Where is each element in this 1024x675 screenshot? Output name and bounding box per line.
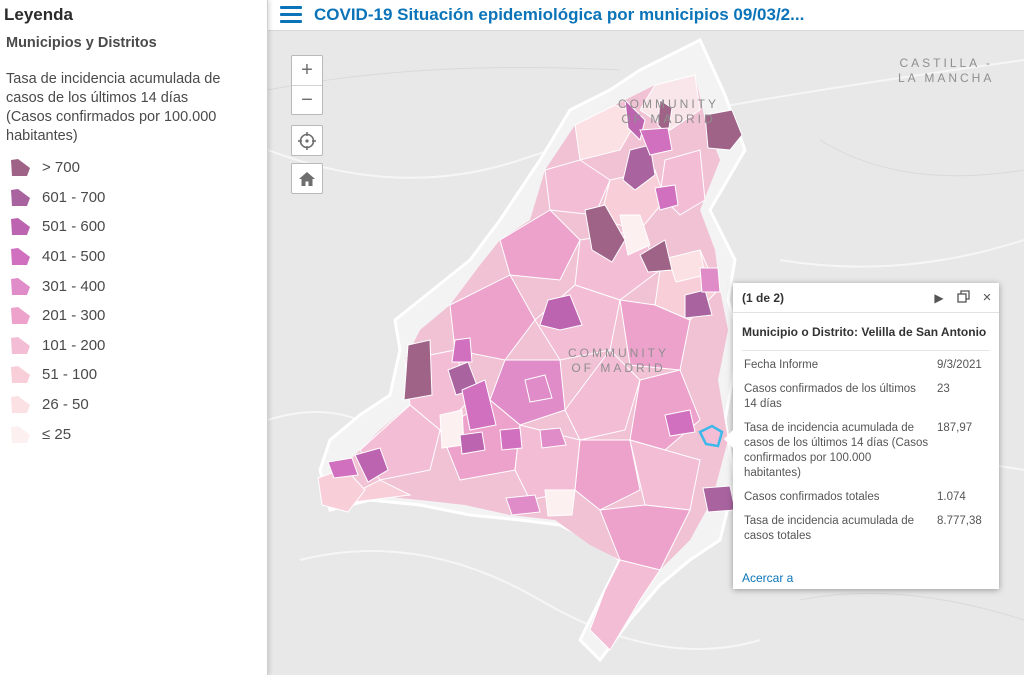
legend-class-label: ≤ 25 bbox=[42, 425, 72, 443]
legend-swatch bbox=[11, 366, 30, 384]
attribute-value: 8.777,38 bbox=[937, 515, 982, 527]
attribute-name: Casos confirmados totales bbox=[744, 491, 880, 503]
home-control bbox=[291, 163, 323, 194]
feature-popup: (1 de 2) ▶ × Municipio o Distrito: Velil… bbox=[724, 283, 999, 589]
legend-class-list: > 700 601 - 700 501 - 600 401 - 500 301 - 40… bbox=[10, 153, 105, 449]
legend-swatch bbox=[11, 159, 30, 177]
attribute-value: 23 bbox=[937, 383, 950, 395]
legend-class-item: 26 - 50 bbox=[10, 390, 105, 420]
menu-icon[interactable] bbox=[280, 6, 302, 24]
close-icon[interactable]: × bbox=[975, 289, 999, 306]
legend-class-item: ≤ 25 bbox=[10, 419, 105, 449]
legend-class-item: 51 - 100 bbox=[10, 360, 105, 390]
popup-header: (1 de 2) ▶ × bbox=[733, 283, 999, 313]
attribute-name: Tasa de incidencia acumulada de casos to… bbox=[744, 515, 915, 542]
attribute-name: Tasa de incidencia acumulada de casos de… bbox=[744, 422, 929, 479]
home-button[interactable] bbox=[292, 164, 322, 193]
popup-attribute-row: Casos confirmados totales 1.074 bbox=[742, 488, 990, 512]
locate-button[interactable] bbox=[292, 126, 322, 155]
popup-feature-counter: (1 de 2) bbox=[742, 290, 785, 305]
app-title: COVID-19 Situación epidemiológica por mu… bbox=[314, 5, 805, 24]
restore-window-icon bbox=[956, 289, 970, 303]
zoom-control: + − bbox=[291, 55, 323, 115]
legend-swatch bbox=[11, 218, 30, 236]
legend-class-label: 401 - 500 bbox=[42, 248, 106, 266]
popup-attribute-table: Fecha Informe 9/3/2021 Casos confirmados d… bbox=[742, 356, 990, 551]
attribute-name: Fecha Informe bbox=[744, 359, 819, 371]
legend-field-description: Tasa de incidencia acumulada de casos de… bbox=[6, 71, 221, 144]
popup-attribute-row: Tasa de incidencia acumulada de casos de… bbox=[742, 419, 990, 488]
popup-pointer bbox=[724, 430, 733, 448]
title-bar: COVID-19 Situación epidemiológica por mu… bbox=[268, 0, 1024, 31]
region-label-castilla: CASTILLA - LA MANCHA bbox=[898, 56, 994, 86]
region-label-community-center: COMMUNITY OF MADRID bbox=[568, 346, 669, 376]
zoom-out-button[interactable]: − bbox=[292, 85, 322, 114]
legend-swatch bbox=[11, 248, 30, 266]
legend-swatch bbox=[11, 336, 30, 354]
popup-attribute-row: Fecha Informe 9/3/2021 bbox=[742, 356, 990, 380]
locate-control bbox=[291, 125, 323, 156]
crosshair-icon bbox=[298, 131, 316, 150]
region-label-community-north: COMMUNITY OF MADRID bbox=[618, 97, 719, 127]
legend-layer-name: Municipios y Distritos bbox=[6, 35, 157, 51]
next-feature-icon[interactable]: ▶ bbox=[927, 291, 951, 305]
legend-panel: Leyenda Municipios y Distritos Tasa de i… bbox=[0, 0, 268, 675]
legend-class-item: 201 - 300 bbox=[10, 301, 105, 331]
legend-class-label: 601 - 700 bbox=[42, 188, 106, 206]
zoom-in-button[interactable]: + bbox=[292, 56, 322, 85]
attribute-name: Casos confirmados de los últimos 14 días bbox=[744, 383, 916, 410]
legend-class-label: 201 - 300 bbox=[42, 307, 106, 325]
zoom-to-link[interactable]: Acercar a bbox=[742, 571, 793, 585]
popup-attribute-row: Tasa de incidencia acumulada de casos to… bbox=[742, 512, 990, 551]
legend-class-label: > 700 bbox=[42, 159, 80, 177]
attribute-value: 9/3/2021 bbox=[937, 359, 982, 371]
popup-attribute-row: Casos confirmados de los últimos 14 días… bbox=[742, 380, 990, 419]
legend-class-item: 101 - 200 bbox=[10, 331, 105, 361]
home-icon bbox=[299, 171, 315, 186]
legend-class-label: 26 - 50 bbox=[42, 396, 89, 414]
legend-class-item: 401 - 500 bbox=[10, 242, 105, 272]
legend-class-item: 501 - 600 bbox=[10, 212, 105, 242]
legend-class-label: 301 - 400 bbox=[42, 277, 106, 295]
legend-swatch bbox=[11, 307, 30, 325]
legend-swatch bbox=[11, 396, 30, 414]
region-label-community-center-text: COMMUNITY OF MADRID bbox=[568, 346, 669, 375]
region-label-castilla-text: CASTILLA - LA MANCHA bbox=[898, 56, 995, 85]
popup-divider bbox=[742, 350, 990, 351]
legend-class-item: > 700 bbox=[10, 153, 105, 183]
popup-title: Municipio o Distrito: Velilla de San Ant… bbox=[742, 325, 987, 339]
attribute-value: 187,97 bbox=[937, 422, 973, 434]
legend-class-item: 301 - 400 bbox=[10, 271, 105, 301]
legend-title: Leyenda bbox=[4, 5, 73, 24]
legend-swatch bbox=[11, 188, 30, 206]
legend-class-label: 101 - 200 bbox=[42, 336, 106, 354]
region-label-community-north-text: COMMUNITY OF MADRID bbox=[618, 97, 719, 126]
attribute-value: 1.074 bbox=[937, 491, 966, 503]
legend-class-label: 501 - 600 bbox=[42, 218, 106, 236]
legend-swatch bbox=[11, 277, 30, 295]
legend-class-label: 51 - 100 bbox=[42, 366, 98, 384]
legend-class-item: 601 - 700 bbox=[10, 183, 105, 213]
legend-swatch bbox=[11, 425, 30, 443]
maximize-icon[interactable] bbox=[951, 289, 975, 306]
